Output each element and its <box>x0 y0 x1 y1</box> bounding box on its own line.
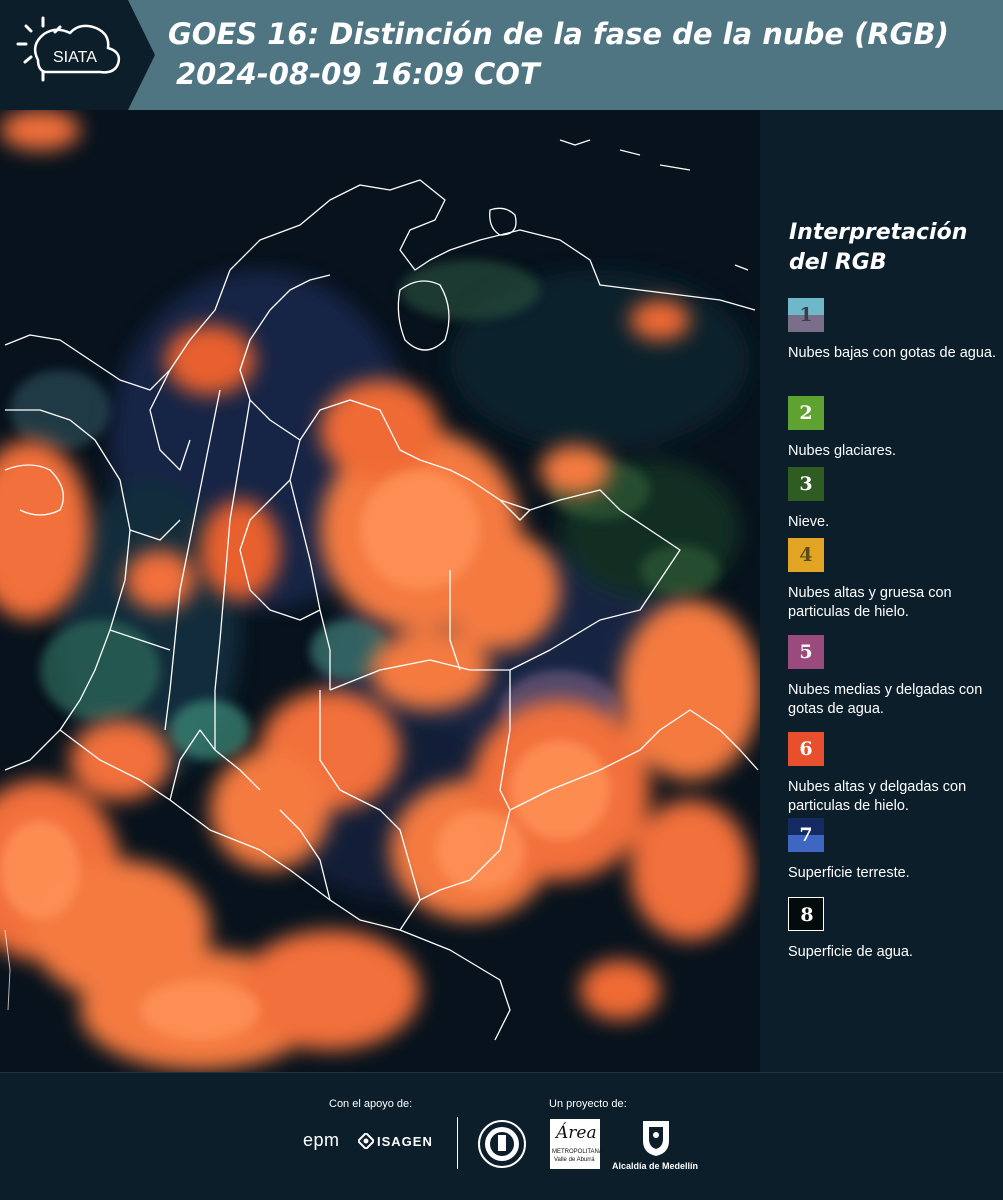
legend-swatch: 1 <box>788 298 824 332</box>
legend-item: 1 Nubes bajas con gotas de agua. <box>788 298 998 363</box>
footer: Con el apoyo de: Un proyecto de: epm ISA… <box>0 1072 1003 1200</box>
legend-number: 8 <box>800 904 814 926</box>
legend-number: 3 <box>799 473 813 495</box>
timestamp: 2024-08-09 16:09 COT <box>176 57 540 91</box>
legend-swatch: 8 <box>788 897 824 931</box>
legend-item: 8 Superficie de agua. <box>788 897 998 962</box>
satellite-map <box>0 110 760 1072</box>
legend-label: Superficie terreste. <box>788 865 910 881</box>
legend-label: Nubes medias y delgadas con gotas de agu… <box>788 682 983 717</box>
legend-label: Nieve. <box>788 514 830 530</box>
legend-label: Nubes altas y gruesa con particulas de h… <box>788 585 952 620</box>
alcaldia-logo: Alcaldía de Medellín <box>612 1161 699 1171</box>
area-metropolitana-logo: Área METROPOLITANA Valle de Aburrá <box>550 1119 603 1169</box>
legend-swatch: 5 <box>788 635 824 669</box>
legend-number: 1 <box>799 304 813 326</box>
isagen-logo: ISAGEN <box>377 1134 433 1149</box>
legend-swatch: 3 <box>788 467 824 501</box>
page-title: GOES 16: Distinción de la fase de la nub… <box>168 17 949 51</box>
project-label: Un proyecto de: <box>549 1098 627 1110</box>
legend-item: 4 Nubes altas y gruesa con particulas de … <box>788 538 998 622</box>
legend-number: 7 <box>799 824 813 846</box>
support-label: Con el apoyo de: <box>329 1098 413 1110</box>
legend-title: Interpretación del RGB <box>789 220 968 275</box>
legend-swatch: 2 <box>788 396 824 430</box>
legend-number: 6 <box>799 738 813 760</box>
legend-label: Superficie de agua. <box>788 944 913 960</box>
legend-number: 5 <box>799 641 813 663</box>
siata-logo: SIATA <box>0 0 155 110</box>
legend-number: 2 <box>799 402 813 424</box>
legend-item: 2 Nubes glaciares. <box>788 396 998 461</box>
legend-swatch: 4 <box>788 538 824 572</box>
legend-item: 6 Nubes altas y delgadas con particulas d… <box>788 732 998 816</box>
university-seal-icon <box>477 1119 527 1169</box>
legend-label: Nubes glaciares. <box>788 443 896 459</box>
siata-logo-text: SIATA <box>53 49 97 66</box>
header-bar: SIATA GOES 16: Distinción de la fase de … <box>0 0 1003 110</box>
legend-panel: Interpretación del RGB 1 Nubes bajas con … <box>760 110 1003 1072</box>
legend-swatch: 6 <box>788 732 824 766</box>
legend-number: 4 <box>799 544 813 566</box>
isagen-logo-icon <box>356 1131 376 1151</box>
medellin-shield-icon <box>641 1119 671 1157</box>
footer-divider <box>457 1117 458 1169</box>
legend-label: Nubes bajas con gotas de agua. <box>788 345 996 361</box>
legend-item: 7 Superficie terreste. <box>788 818 998 883</box>
epm-logo: epm <box>303 1130 340 1150</box>
legend-item: 3 Nieve. <box>788 467 998 532</box>
legend-label: Nubes altas y delgadas con particulas de… <box>788 779 967 814</box>
legend-item: 5 Nubes medias y delgadas con gotas de ag… <box>788 635 998 719</box>
legend-swatch: 7 <box>788 818 824 852</box>
